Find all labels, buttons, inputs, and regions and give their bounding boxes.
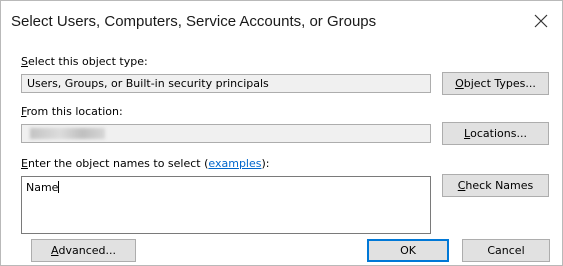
location-field xyxy=(21,124,431,143)
advanced-button[interactable]: Advanced... xyxy=(31,239,136,262)
object-type-field: Users, Groups, or Built-in security prin… xyxy=(21,74,431,93)
text-cursor xyxy=(58,181,60,193)
select-users-dialog: Select Users, Computers, Service Account… xyxy=(0,0,563,266)
title-bar[interactable]: Select Users, Computers, Service Account… xyxy=(1,1,562,41)
close-icon xyxy=(534,14,548,28)
object-type-value: Users, Groups, or Built-in security prin… xyxy=(27,77,269,90)
dialog-title: Select Users, Computers, Service Account… xyxy=(11,13,377,30)
cancel-button[interactable]: Cancel xyxy=(462,239,550,262)
location-value-redacted xyxy=(30,128,105,139)
names-label: Enter the object names to select (exampl… xyxy=(21,157,270,170)
examples-link[interactable]: examples xyxy=(208,157,261,170)
object-names-value: Name xyxy=(26,181,59,194)
check-names-button[interactable]: Check Names xyxy=(442,174,549,197)
ok-button[interactable]: OK xyxy=(367,239,449,262)
locations-button[interactable]: Locations... xyxy=(442,122,549,145)
object-names-input[interactable]: Name xyxy=(21,176,431,234)
location-label: From this location: xyxy=(21,105,123,118)
close-button[interactable] xyxy=(526,7,556,35)
object-type-label: Select this object type: xyxy=(21,55,148,68)
object-types-button[interactable]: Object Types... xyxy=(442,72,549,95)
